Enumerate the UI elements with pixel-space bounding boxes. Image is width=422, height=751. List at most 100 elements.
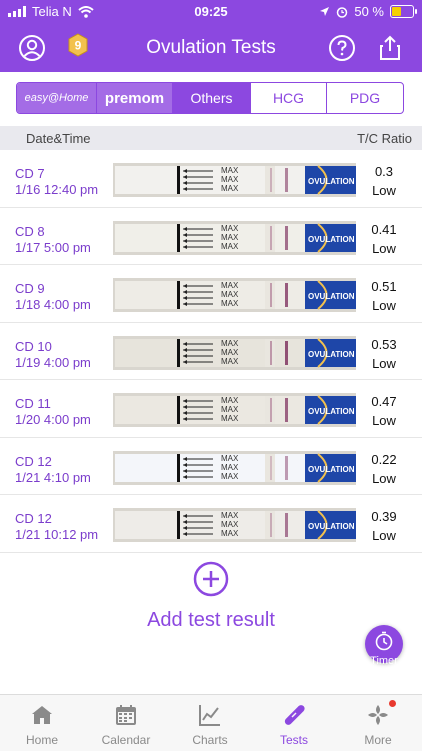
svg-text:MAX: MAX xyxy=(221,233,239,242)
notification-dot xyxy=(389,700,396,707)
svg-text:MAX: MAX xyxy=(221,224,239,233)
battery-percent: 50 % xyxy=(354,4,384,19)
tc-ratio-value: 0.51 xyxy=(371,279,397,294)
calendar-icon xyxy=(116,705,136,725)
tab-charts-label: Charts xyxy=(192,733,228,747)
test-strip-image: MAX MAX MAX OVULATION xyxy=(113,278,356,312)
nav-bar: Ovulation Tests xyxy=(0,24,422,72)
tab-hcg[interactable]: HCG xyxy=(251,83,327,113)
test-strip-image: MAX MAX MAX OVULATION xyxy=(113,450,356,485)
brand-segmented-control: easy@Home premom Others HCG PDG xyxy=(16,82,404,114)
cycle-day-label: CD 7 1/16 12:40 pm xyxy=(15,166,99,197)
cycle-day-label: CD 8 1/17 5:00 pm xyxy=(15,223,91,255)
cycle-day-label: CD 12 1/21 10:12 pm xyxy=(15,511,99,542)
cycle-day-label: CD 9 1/18 4:00 pm xyxy=(15,281,91,312)
svg-text:OVULATION: OVULATION xyxy=(308,235,355,244)
result-status: Low xyxy=(372,528,396,543)
cycle-day-label: CD 12 1/21 4:10 pm xyxy=(15,453,91,485)
svg-text:MAX: MAX xyxy=(221,299,239,308)
test-strip-image: MAX MAX MAX OVULATION xyxy=(113,163,356,197)
timer-button[interactable]: Timer xyxy=(365,625,403,667)
tc-ratio-value: 0.22 xyxy=(371,451,397,467)
tab-charts[interactable]: Charts xyxy=(168,703,252,747)
test-row[interactable]: CD 12 1/21 10:12 pm MAX MAX MAX OVULATION 0.… xyxy=(0,495,422,553)
test-row[interactable]: CD 12 1/21 4:10 pm MAX MAX MAX OVULATION 0.2… xyxy=(0,438,422,495)
cycle-day-label: CD 10 1/19 4:00 pm xyxy=(15,338,91,370)
test-results-list: CD 7 1/16 12:40 pm MAX MAX MAX OVULATION 0.3… xyxy=(0,150,422,553)
tab-premom[interactable]: premom xyxy=(97,83,173,113)
tc-ratio-value: 0.3 xyxy=(374,164,394,179)
test-row[interactable]: CD 8 1/17 5:00 pm MAX MAX MAX OVULATION 0.41… xyxy=(0,208,422,265)
help-icon[interactable] xyxy=(328,34,356,62)
svg-text:OVULATION: OVULATION xyxy=(308,522,355,531)
add-result-icon[interactable] xyxy=(193,561,229,597)
test-row[interactable]: CD 9 1/18 4:00 pm MAX MAX MAX OVULATION 0.51… xyxy=(0,265,422,323)
svg-text:MAX: MAX xyxy=(221,357,239,366)
svg-text:MAX: MAX xyxy=(221,339,239,348)
home-icon xyxy=(32,706,52,724)
svg-text:MAX: MAX xyxy=(221,290,239,299)
result-status: Low xyxy=(372,355,396,371)
tab-more[interactable]: More xyxy=(336,703,420,747)
share-icon[interactable] xyxy=(376,34,404,62)
battery-icon xyxy=(390,5,417,18)
test-row[interactable]: CD 10 1/19 4:00 pm MAX MAX MAX OVULATION 0.5… xyxy=(0,323,422,380)
test-strip-image: MAX MAX MAX OVULATION xyxy=(113,508,356,542)
svg-text:MAX: MAX xyxy=(221,511,239,520)
cycle-day-label: CD 11 1/20 4:00 pm xyxy=(15,396,91,427)
svg-text:MAX: MAX xyxy=(221,529,239,538)
column-header-ratio: T/C Ratio xyxy=(357,131,412,146)
stopwatch-icon xyxy=(375,631,393,651)
svg-text:OVULATION: OVULATION xyxy=(308,292,355,301)
column-header-date: Date&Time xyxy=(26,131,91,146)
tc-ratio-value: 0.41 xyxy=(371,221,397,237)
status-bar: Telia N 09:25 50 % xyxy=(0,0,422,24)
test-strip-graphic: MAXMAXMAXOVULATION xyxy=(113,278,356,312)
svg-text:OVULATION: OVULATION xyxy=(308,177,355,186)
test-strip-graphic: MAXMAXMAXOVULATION xyxy=(113,508,356,542)
svg-text:MAX: MAX xyxy=(221,520,239,529)
tab-others[interactable]: Others xyxy=(173,83,251,113)
svg-text:OVULATION: OVULATION xyxy=(308,350,355,359)
svg-text:MAX: MAX xyxy=(221,463,239,472)
tab-calendar[interactable]: Calendar xyxy=(84,703,168,747)
alarm-icon xyxy=(337,6,348,18)
svg-text:MAX: MAX xyxy=(221,396,239,405)
location-icon xyxy=(320,7,330,16)
test-strip-image: MAX MAX MAX OVULATION xyxy=(113,220,356,255)
svg-text:MAX: MAX xyxy=(221,242,239,251)
tab-tests[interactable]: Tests xyxy=(252,703,336,747)
tc-ratio-value: 0.47 xyxy=(371,394,397,409)
tab-tests-label: Tests xyxy=(279,733,308,747)
tc-ratio-value: 0.53 xyxy=(371,336,397,352)
tc-ratio-value: 0.39 xyxy=(371,509,397,524)
test-strip-image: MAX MAX MAX OVULATION xyxy=(113,393,356,427)
svg-text:MAX: MAX xyxy=(221,454,239,463)
svg-text:MAX: MAX xyxy=(221,348,239,357)
test-strip-graphic: MAXMAXMAXOVULATION xyxy=(113,450,356,485)
test-strip-graphic: MAXMAXMAXOVULATION xyxy=(113,393,356,427)
test-strip-graphic: MAXMAXMAXOVULATION xyxy=(113,163,356,197)
test-row[interactable]: CD 7 1/16 12:40 pm MAX MAX MAX OVULATION 0.3… xyxy=(0,150,422,208)
tab-easy-home[interactable]: easy@Home xyxy=(17,83,97,113)
svg-text:MAX: MAX xyxy=(221,166,239,175)
svg-text:OVULATION: OVULATION xyxy=(308,465,355,474)
svg-text:MAX: MAX xyxy=(221,184,239,193)
page-title: Ovulation Tests xyxy=(146,37,276,58)
chart-icon xyxy=(199,705,220,726)
result-status: Low xyxy=(372,183,396,198)
result-status: Low xyxy=(372,470,396,486)
timer-label: Timer xyxy=(370,655,398,667)
svg-text:MAX: MAX xyxy=(221,414,239,423)
test-row[interactable]: CD 11 1/20 4:00 pm MAX MAX MAX OVULATION 0.4… xyxy=(0,380,422,438)
test-strip-icon xyxy=(284,705,305,725)
level-badge-icon[interactable]: 9 xyxy=(66,33,90,57)
table-header: Date&Time T/C Ratio xyxy=(0,126,422,150)
add-test-result-button[interactable]: Add test result xyxy=(0,609,422,632)
level-badge-number: 9 xyxy=(75,39,82,53)
tab-home-label: Home xyxy=(25,733,58,747)
svg-text:OVULATION: OVULATION xyxy=(308,407,355,416)
tab-home[interactable]: Home xyxy=(0,703,84,747)
svg-text:MAX: MAX xyxy=(221,405,239,414)
tab-pdg[interactable]: PDG xyxy=(327,83,403,113)
